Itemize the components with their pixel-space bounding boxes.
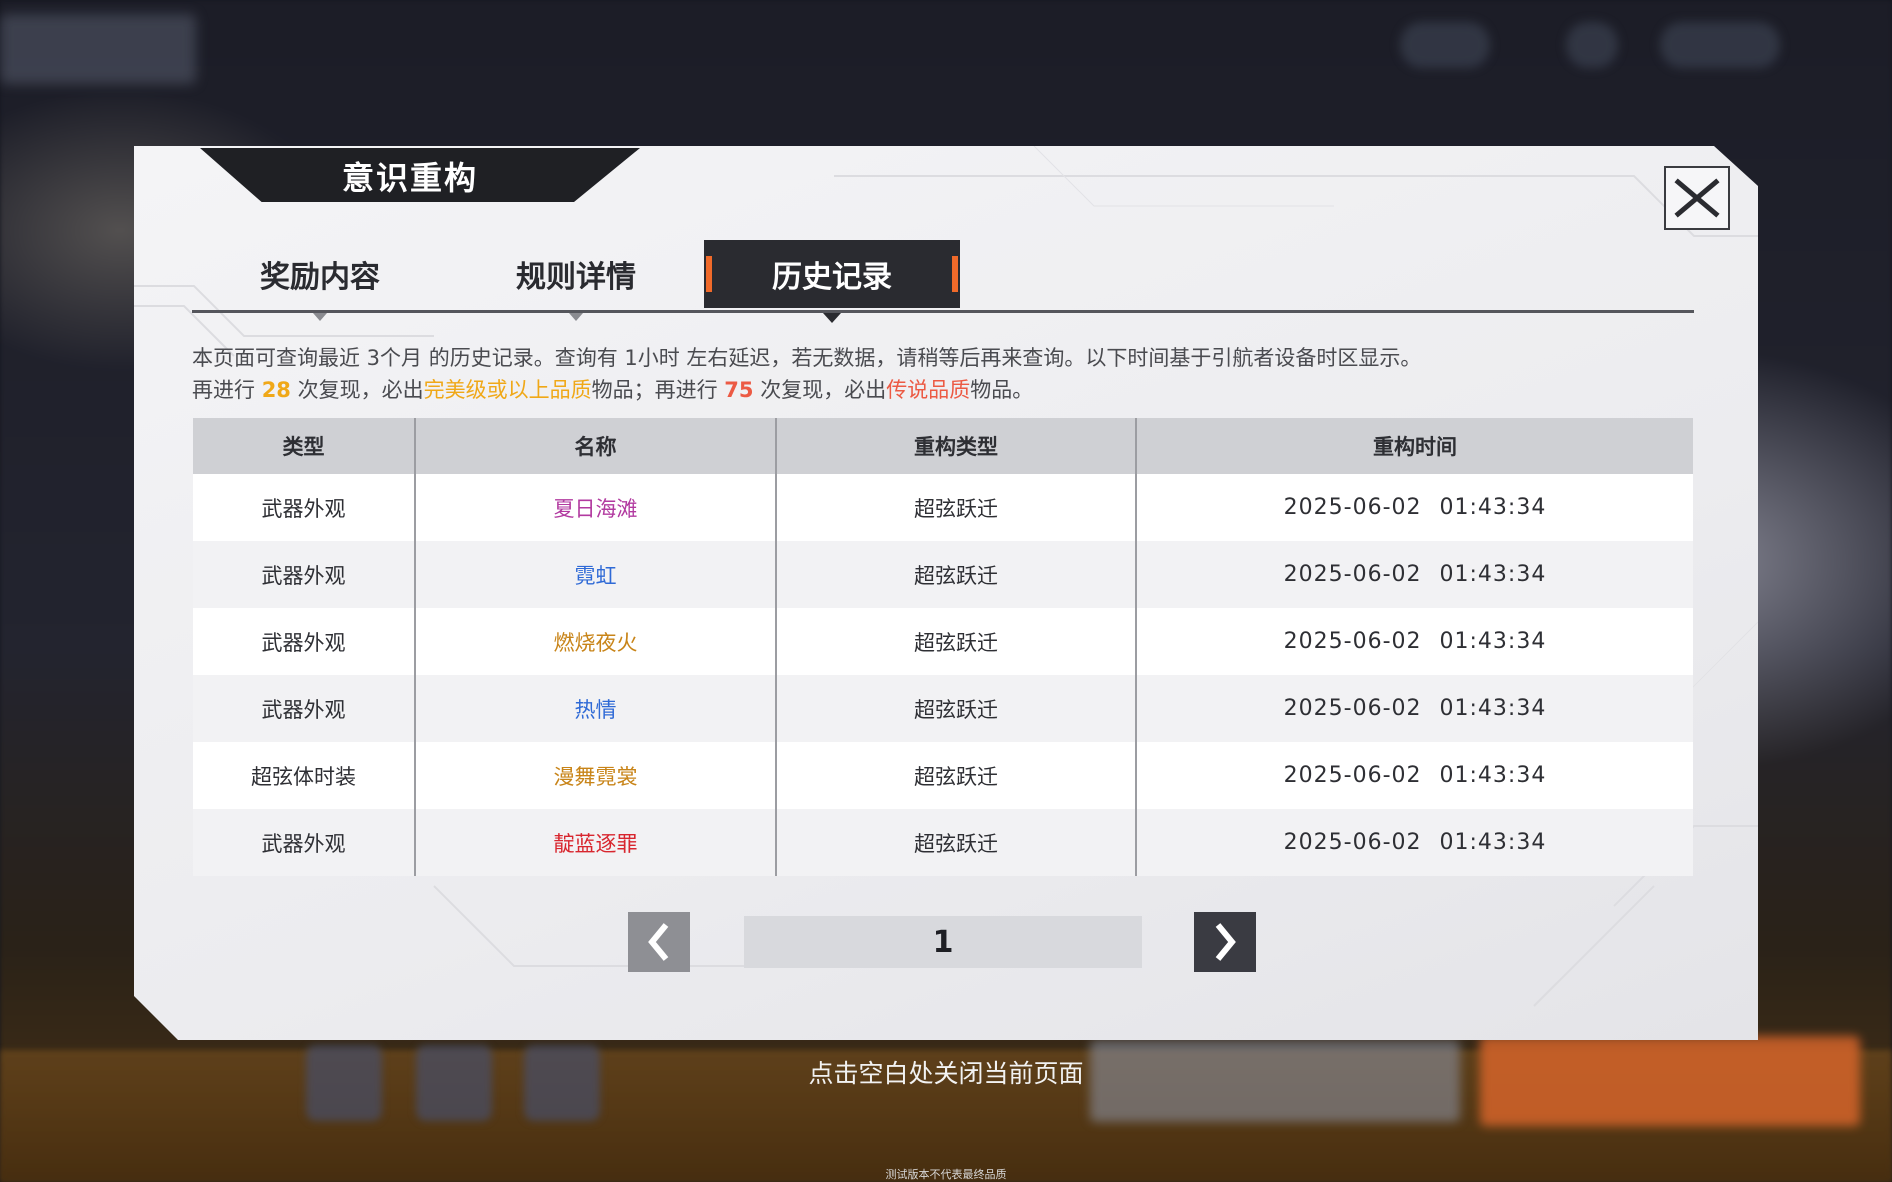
notice-line-2: 再进行 28 次复现，必出完美级或以上品质物品；再进行 75 次复现，必出传说品…: [192, 374, 1033, 404]
close-hint[interactable]: 点击空白处关闭当前页面: [0, 1054, 1892, 1090]
history-table: 类型 名称 重构类型 重构时间 武器外观 夏日海滩 超弦跃迁 2025-06-02 0…: [193, 418, 1693, 876]
tab-divider: [192, 310, 1694, 313]
pity-count-legendary: 75: [724, 378, 754, 402]
tier-legendary-label: 传说品质: [886, 378, 971, 402]
cell-mode: 超弦跃迁: [775, 675, 1136, 742]
cell-name: 夏日海滩: [414, 474, 776, 541]
cell-type: 武器外观: [193, 474, 415, 541]
table-row: 超弦体时装 漫舞霓裳 超弦跃迁 2025-06-02 01:43:34: [193, 742, 1693, 809]
tab-marker-active: [823, 313, 841, 323]
pity-count-perfect: 28: [261, 378, 291, 402]
table-row: 武器外观 靛蓝逐罪 超弦跃迁 2025-06-02 01:43:34: [193, 809, 1693, 876]
tab-rules[interactable]: 规则详情: [448, 240, 704, 308]
blurred-hud-element: [1400, 22, 1490, 68]
next-page-button[interactable]: [1194, 912, 1256, 972]
cell-time: 2025-06-02 01:43:34: [1135, 541, 1693, 608]
cell-time: 2025-06-02 01:43:34: [1135, 675, 1693, 742]
tab-history[interactable]: 历史记录: [704, 240, 960, 308]
chevron-right-icon: [1215, 923, 1236, 961]
cell-time: 2025-06-02 01:43:34: [1135, 608, 1693, 675]
blurred-hud-element: [1566, 22, 1618, 68]
notice-text: 再进行: [192, 378, 262, 402]
close-button[interactable]: [1664, 166, 1730, 230]
column-header-time: 重构时间: [1135, 418, 1693, 474]
table-row: 武器外观 燃烧夜火 超弦跃迁 2025-06-02 01:43:34: [193, 608, 1693, 675]
close-icon: [1674, 178, 1720, 218]
page-title: 意识重构: [341, 159, 478, 197]
cell-time: 2025-06-02 01:43:34: [1135, 474, 1693, 541]
table-row: 武器外观 热情 超弦跃迁 2025-06-02 01:43:34: [193, 675, 1693, 742]
cell-type: 超弦体时装: [193, 742, 415, 809]
tab-rewards[interactable]: 奖励内容: [192, 240, 448, 308]
cell-mode: 超弦跃迁: [775, 541, 1136, 608]
cell-mode: 超弦跃迁: [775, 742, 1136, 809]
cell-name: 霓虹: [414, 541, 776, 608]
page-number: 1: [744, 916, 1142, 968]
cell-time: 2025-06-02 01:43:34: [1135, 742, 1693, 809]
cell-name: 燃烧夜火: [414, 608, 776, 675]
cell-type: 武器外观: [193, 675, 415, 742]
chevron-left-icon: [648, 923, 669, 961]
tab-marker: [569, 313, 583, 321]
blurred-hud-element: [1660, 22, 1780, 68]
notice-text: 物品；再进行: [591, 378, 725, 402]
previous-page-button[interactable]: [628, 912, 690, 972]
cell-mode: 超弦跃迁: [775, 474, 1136, 541]
notice-text: 次复现，必出: [753, 378, 887, 402]
tier-perfect-label: 完美级或以上品质: [423, 378, 592, 402]
cell-type: 武器外观: [193, 809, 415, 876]
table-header-row: 类型 名称 重构类型 重构时间: [193, 418, 1693, 474]
blurred-hud-element: [0, 14, 196, 84]
tab-marker: [313, 313, 327, 321]
cell-name: 热情: [414, 675, 776, 742]
cell-mode: 超弦跃迁: [775, 809, 1136, 876]
notice-line-1: 本页面可查询最近 3个月 的历史记录。查询有 1小时 左右延迟，若无数据，请稍等…: [192, 346, 1422, 370]
cell-time: 2025-06-02 01:43:34: [1135, 809, 1693, 876]
cell-type: 武器外观: [193, 608, 415, 675]
column-header-name: 名称: [414, 418, 776, 474]
cell-name: 靛蓝逐罪: [414, 809, 776, 876]
watermark-text: 测试版本不代表最终品质: [885, 1168, 1007, 1181]
table-row: 武器外观 霓虹 超弦跃迁 2025-06-02 01:43:34: [193, 541, 1693, 608]
notice-text: 物品。: [970, 378, 1034, 402]
notice-text: 次复现，必出: [290, 378, 424, 402]
cell-type: 武器外观: [193, 541, 415, 608]
table-row: 武器外观 夏日海滩 超弦跃迁 2025-06-02 01:43:34: [193, 474, 1693, 541]
cell-name: 漫舞霓裳: [414, 742, 776, 809]
cell-mode: 超弦跃迁: [775, 608, 1136, 675]
column-header-mode: 重构类型: [775, 418, 1136, 474]
column-header-type: 类型: [193, 418, 415, 474]
